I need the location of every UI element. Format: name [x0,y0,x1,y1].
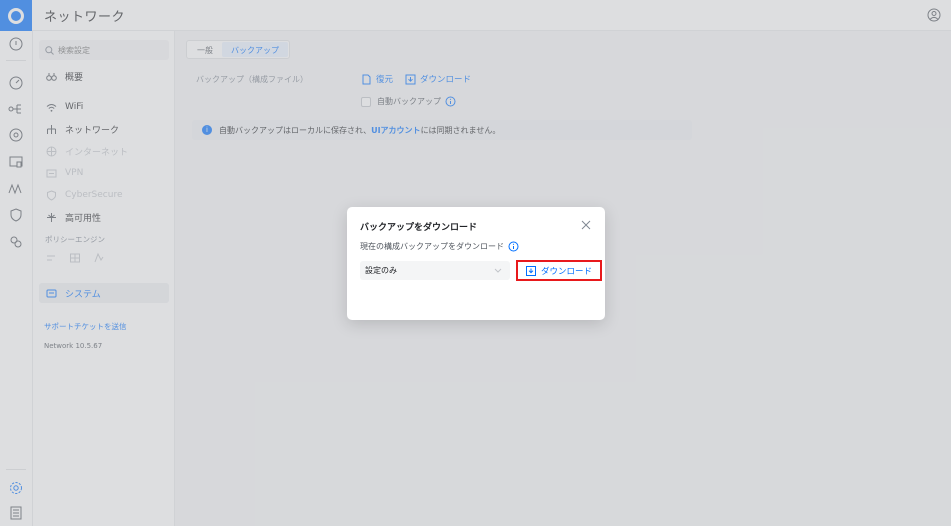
chevron-down-icon [494,268,502,273]
download-button-label: ダウンロード [540,266,592,277]
dialog-subtitle-text: 現在の構成バックアップをダウンロード [360,242,504,251]
dialog-title: バックアップをダウンロード [360,223,478,233]
download-button[interactable]: ダウンロード [516,260,602,281]
close-icon[interactable] [581,220,591,230]
dialog-subtitle: 現在の構成バックアップをダウンロード [360,241,519,252]
select-value: 設定のみ [365,266,397,275]
download-backup-dialog: バックアップをダウンロード 現在の構成バックアップをダウンロード 設定のみ ダウ… [347,207,605,320]
download-icon [525,265,536,276]
backup-type-select[interactable]: 設定のみ [360,261,510,280]
app-root: ネットワーク 概要 WiFi ネットワーク [0,0,951,526]
info-icon[interactable] [508,241,519,252]
